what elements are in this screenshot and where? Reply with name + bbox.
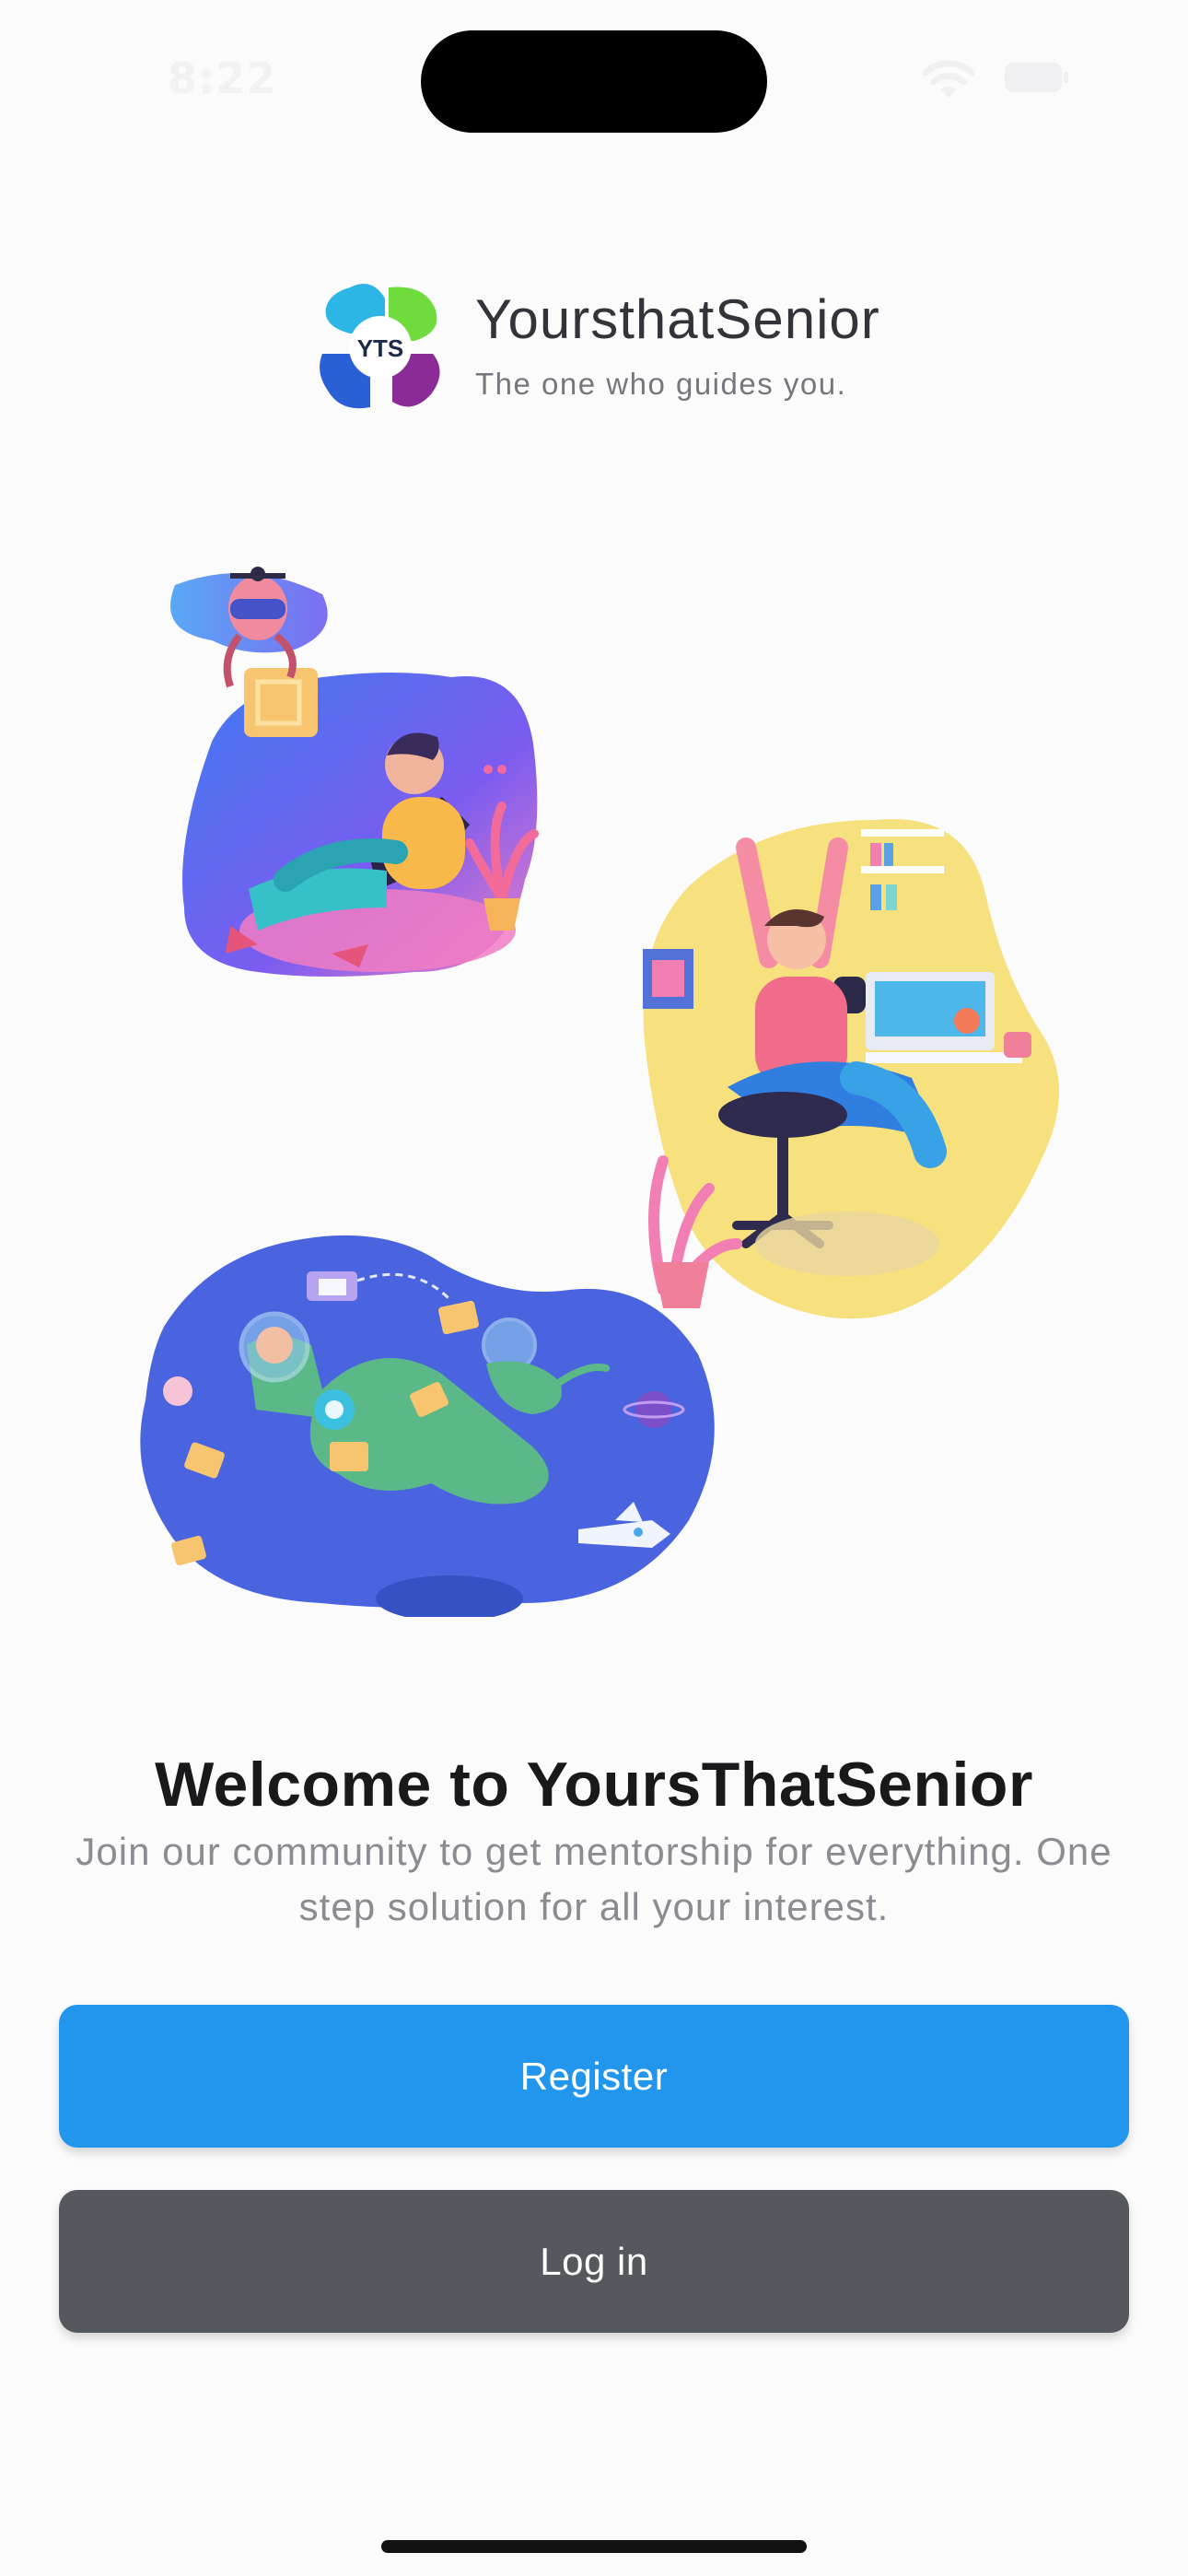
dynamic-island — [421, 30, 767, 133]
welcome-subtitle-line-2: step solution for all your interest. — [298, 1885, 890, 1928]
home-indicator — [381, 2540, 807, 2553]
app-tagline: The one who guides you. — [475, 367, 847, 401]
register-button[interactable]: Register — [59, 2005, 1129, 2148]
app-name: YoursthatSenior — [475, 288, 880, 350]
battery-icon — [1005, 63, 1068, 92]
welcome-subtitle-line-1: Join our community to get mentorship for… — [76, 1830, 1112, 1873]
astronaut-floating-illustration — [140, 1235, 715, 1617]
login-button[interactable]: Log in — [59, 2190, 1129, 2333]
yts-logo-icon: YTS — [320, 284, 440, 409]
wifi-icon — [922, 60, 975, 98]
welcome-title: Welcome to YoursThatSenior — [155, 1750, 1033, 1820]
logo-text: YTS — [357, 334, 404, 362]
status-time: 8:22 — [168, 53, 277, 103]
relaxing-person-with-drone-illustration — [170, 567, 539, 977]
welcome-subtitle: Join our community to get mentorship for… — [37, 1824, 1151, 1935]
